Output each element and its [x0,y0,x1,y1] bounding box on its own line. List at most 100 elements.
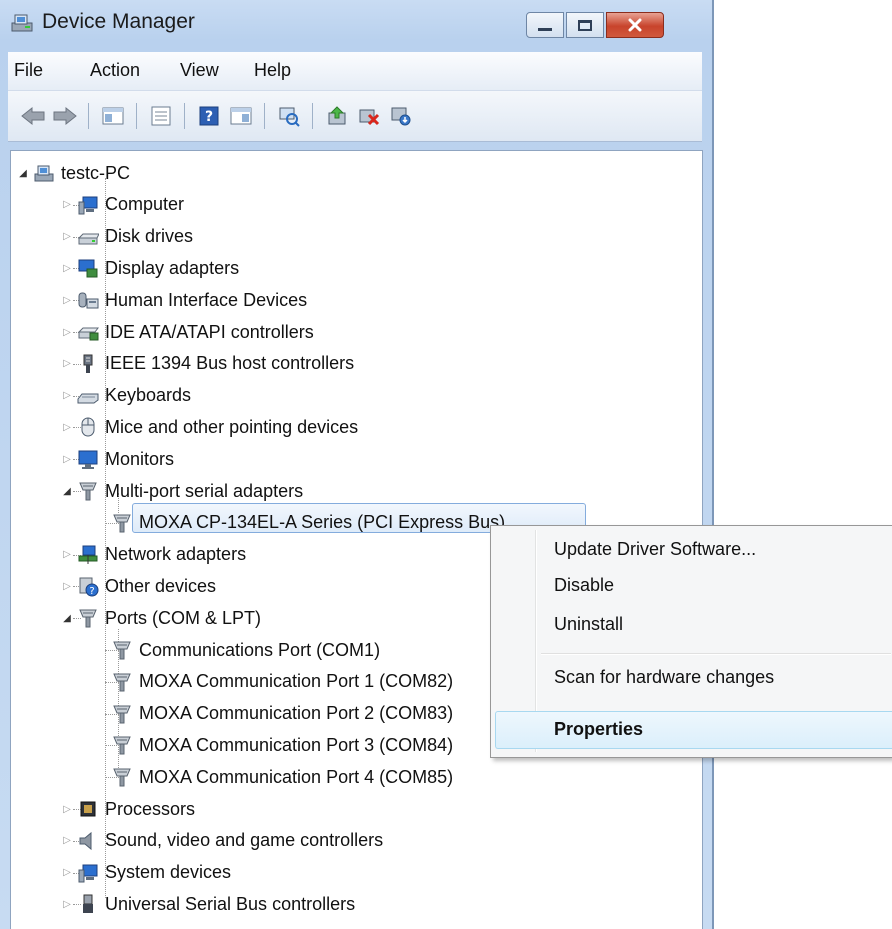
tree-category-node[interactable]: Mice and other pointing devices [77,412,358,442]
tree-category-node[interactable]: IEEE 1394 Bus host controllers [77,349,354,379]
expand-icon[interactable]: ▷ [61,326,73,338]
port-icon [111,671,133,693]
expand-icon[interactable]: ▷ [61,262,73,274]
uninstall-item[interactable]: Uninstall [554,614,623,635]
tree-category-node[interactable]: Computer [77,190,184,220]
menu-view[interactable]: View [180,60,219,81]
menu-file[interactable]: File [14,60,43,81]
tree-item-label: Monitors [105,448,175,469]
device-manager-window: Device Manager File Action View Help ? ◢… [0,0,714,929]
expand-icon[interactable]: ▷ [61,580,73,592]
tree-item-label: Processors [105,798,196,819]
back-button[interactable] [18,102,48,130]
tree-category-node[interactable]: Monitors [77,444,174,474]
expand-icon[interactable]: ▷ [61,231,73,243]
tree-category-node[interactable]: IDE ATA/ATAPI controllers [77,317,314,347]
tree-item-label: MOXA CP-134EL-A Series (PCI Express Bus) [139,512,506,533]
tree-category-node[interactable]: Display adapters [77,253,239,283]
menu-help[interactable]: Help [254,60,291,81]
minimize-button[interactable] [526,12,564,38]
disable-button[interactable] [386,102,416,130]
tree-item-label: Other devices [105,575,217,596]
uninstall-button[interactable] [354,102,384,130]
collapse-icon[interactable]: ◢ [61,612,73,624]
tree-device-node[interactable]: MOXA CP-134EL-A Series (PCI Express Bus) [111,508,505,538]
maximize-button[interactable] [566,12,604,38]
context-menu: Update Driver Software... Disable Uninst… [490,525,892,758]
expand-icon[interactable]: ▷ [61,453,73,465]
tree-device-node[interactable]: MOXA Communication Port 2 (COM83) [111,699,453,729]
port-icon [111,639,133,661]
tree-item-label: MOXA Communication Port 2 (COM83) [139,703,454,724]
tree-category-node[interactable]: Sound, video and game controllers [77,826,383,856]
tree-root-node[interactable]: testc-PC [33,158,130,188]
device-manager-icon [10,12,34,34]
computer-icon [77,194,99,216]
tree-category-node[interactable]: Keyboards [77,381,191,411]
tree-item-label: MOXA Communication Port 4 (COM85) [139,766,454,787]
tree-device-node[interactable]: MOXA Communication Port 3 (COM84) [111,730,453,760]
expand-icon[interactable]: ▷ [61,835,73,847]
collapse-icon[interactable]: ◢ [61,485,73,497]
update-driver-software-item[interactable]: Update Driver Software... [554,539,756,560]
scan-hardware-icon [279,107,300,127]
ieee1394-icon [77,353,99,375]
tree-category-node[interactable]: Multi-port serial adapters [77,476,303,506]
forward-button[interactable] [50,102,80,130]
toolbar-separator [136,103,137,129]
tree-item-label: Human Interface Devices [105,289,308,310]
close-button[interactable] [606,12,664,38]
tree-device-node[interactable]: MOXA Communication Port 1 (COM82) [111,667,453,697]
properties-icon [151,106,171,126]
tree-item-label: IEEE 1394 Bus host controllers [105,353,355,374]
display-adapter-icon [77,257,99,279]
scan-hardware-button[interactable] [274,102,304,130]
properties-button[interactable] [146,102,176,130]
tree-category-node[interactable]: Processors [77,794,195,824]
disable-icon [391,107,411,126]
tree-category-node[interactable]: Disk drives [77,222,193,252]
sound-icon [77,830,99,852]
expand-icon[interactable]: ▷ [61,549,73,561]
tree-category-node[interactable]: Universal Serial Bus controllers [77,889,355,919]
menu-bar: File Action View Help [8,52,702,91]
expand-icon[interactable]: ▷ [61,803,73,815]
tree-item-label: Ports (COM & LPT) [105,607,262,628]
tree-item-label: IDE ATA/ATAPI controllers [105,321,314,342]
monitor-icon [77,448,99,470]
tree-category-node[interactable]: Human Interface Devices [77,285,307,315]
tree-category-node[interactable]: Network adapters [77,540,246,570]
tree-item-label: Mice and other pointing devices [105,416,359,437]
expand-icon[interactable]: ▷ [61,898,73,910]
mouse-icon [77,416,99,438]
system-device-icon [77,862,99,884]
expand-icon[interactable]: ▷ [61,867,73,879]
window-title: Device Manager [42,10,195,33]
expand-icon[interactable]: ▷ [61,358,73,370]
expand-icon[interactable]: ▷ [61,390,73,402]
computer-icon [33,162,55,184]
tree-category-node[interactable]: Ports (COM & LPT) [77,603,261,633]
expand-icon[interactable]: ▷ [61,421,73,433]
collapse-icon[interactable]: ◢ [17,167,29,179]
menu-action[interactable]: Action [90,60,140,81]
title-bar[interactable]: Device Manager [0,0,712,46]
scan-for-hardware-changes-item[interactable]: Scan for hardware changes [554,667,774,688]
tree-device-node[interactable]: MOXA Communication Port 4 (COM85) [111,762,453,792]
properties-item[interactable]: Properties [554,719,643,740]
tree-item-label: Universal Serial Bus controllers [105,893,356,914]
update-driver-button[interactable] [322,102,352,130]
usb-icon [77,893,99,915]
show-hide-tree-button[interactable] [98,102,128,130]
context-menu-separator [541,653,891,655]
expand-icon[interactable]: ▷ [61,294,73,306]
help-button[interactable]: ? [194,102,224,130]
expand-icon[interactable]: ▷ [61,199,73,211]
action-pane-button[interactable] [226,102,256,130]
toolbar-separator [264,103,265,129]
svg-text:?: ? [89,586,94,597]
tree-device-node[interactable]: Communications Port (COM1) [111,635,380,665]
tree-category-node[interactable]: ? Other devices [77,571,216,601]
tree-category-node[interactable]: System devices [77,858,231,888]
disable-item[interactable]: Disable [554,575,614,596]
